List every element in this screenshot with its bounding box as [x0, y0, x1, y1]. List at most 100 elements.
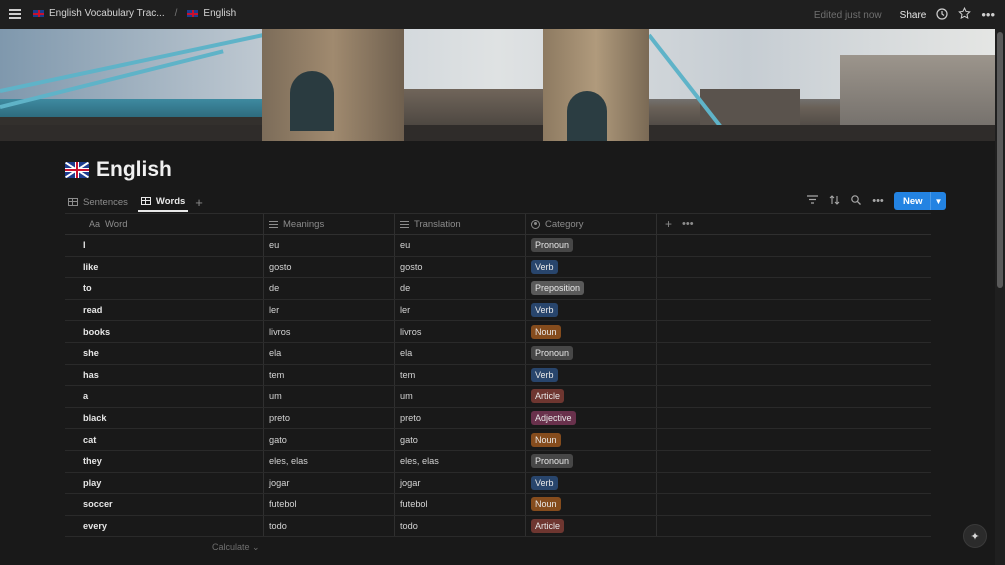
- cell-word-text: black: [83, 413, 107, 424]
- cell-translation[interactable]: ler: [395, 299, 526, 321]
- cell-meanings[interactable]: eu: [264, 235, 395, 256]
- table-row[interactable]: she ela ela Pronoun: [65, 342, 931, 365]
- cell-category[interactable]: Noun: [526, 429, 657, 450]
- table-row[interactable]: soccer futebol futebol Noun: [65, 494, 931, 516]
- table-row[interactable]: to de de Preposition: [65, 278, 931, 300]
- cell-category[interactable]: Article: [526, 515, 657, 537]
- tab-words[interactable]: Words: [137, 192, 189, 212]
- table-row[interactable]: black preto preto Adjective: [65, 407, 931, 430]
- cell-meanings[interactable]: de: [264, 278, 395, 299]
- cell-word[interactable]: soccer: [65, 494, 264, 515]
- ai-sparkle-icon[interactable]: ✦: [963, 524, 987, 548]
- table-row[interactable]: they eles, elas eles, elas Pronoun: [65, 450, 931, 473]
- cell-word[interactable]: read: [65, 299, 264, 321]
- sort-icon[interactable]: [828, 194, 840, 208]
- column-header-category[interactable]: Category: [526, 214, 657, 234]
- cell-category[interactable]: Pronoun: [526, 450, 657, 472]
- cell-word[interactable]: she: [65, 342, 264, 364]
- cell-translation[interactable]: de: [395, 278, 526, 299]
- breadcrumb-parent[interactable]: English Vocabulary Trac...: [33, 8, 165, 19]
- cell-category[interactable]: Adjective: [526, 407, 657, 429]
- calculate-button[interactable]: Calculate ⌄: [212, 542, 260, 553]
- star-icon[interactable]: [958, 6, 972, 23]
- cell-meanings[interactable]: um: [264, 386, 395, 407]
- cell-translation[interactable]: ela: [395, 342, 526, 364]
- add-view-icon[interactable]: +: [195, 195, 203, 210]
- cell-translation[interactable]: eles, elas: [395, 450, 526, 472]
- chevron-down-icon[interactable]: ▼: [929, 192, 947, 210]
- page-title[interactable]: English: [96, 158, 172, 182]
- add-property-icon[interactable]: +: [665, 217, 672, 231]
- sidebar-menu-icon[interactable]: [9, 9, 21, 19]
- cell-translation[interactable]: eu: [395, 235, 526, 256]
- cell-meanings[interactable]: gosto: [264, 256, 395, 278]
- table-row[interactable]: play jogar jogar Verb: [65, 472, 931, 495]
- scrollbar-thumb[interactable]: [997, 32, 1003, 288]
- cell-meanings[interactable]: futebol: [264, 494, 395, 515]
- table-row[interactable]: like gosto gosto Verb: [65, 256, 931, 279]
- search-icon[interactable]: [850, 194, 862, 208]
- cell-word[interactable]: books: [65, 321, 264, 342]
- cell-translation[interactable]: todo: [395, 515, 526, 537]
- table-row[interactable]: books livros livros Noun: [65, 321, 931, 343]
- cell-translation[interactable]: preto: [395, 407, 526, 429]
- cell-category[interactable]: Preposition: [526, 278, 657, 299]
- cell-word[interactable]: I: [65, 235, 264, 256]
- cell-translation[interactable]: um: [395, 386, 526, 407]
- cell-word[interactable]: to: [65, 278, 264, 299]
- cell-translation[interactable]: livros: [395, 321, 526, 342]
- cell-word[interactable]: like: [65, 256, 264, 278]
- cell-category[interactable]: Noun: [526, 494, 657, 515]
- cell-category[interactable]: Verb: [526, 364, 657, 386]
- table-row[interactable]: Ieu eu Pronoun: [65, 235, 931, 257]
- cell-word[interactable]: cat: [65, 429, 264, 450]
- column-header-meanings[interactable]: Meanings: [264, 214, 395, 234]
- cell-word-text: to: [83, 283, 92, 294]
- cell-word[interactable]: every: [65, 515, 264, 537]
- cell-word[interactable]: black: [65, 407, 264, 429]
- new-button[interactable]: New ▼: [894, 192, 947, 210]
- cell-meanings[interactable]: jogar: [264, 472, 395, 494]
- cell-word[interactable]: a: [65, 386, 264, 407]
- tab-sentences[interactable]: Sentences: [65, 192, 131, 212]
- cell-translation[interactable]: tem: [395, 364, 526, 386]
- cell-word[interactable]: has: [65, 364, 264, 386]
- cell-meanings[interactable]: ela: [264, 342, 395, 364]
- share-button[interactable]: Share: [900, 10, 927, 21]
- cell-meanings[interactable]: gato: [264, 429, 395, 450]
- table-row[interactable]: has tem tem Verb: [65, 364, 931, 387]
- breadcrumb-current[interactable]: English: [187, 8, 236, 19]
- cell-word[interactable]: play: [65, 472, 264, 494]
- column-header-word[interactable]: Aa Word: [65, 214, 264, 234]
- cell-translation[interactable]: gosto: [395, 256, 526, 278]
- cell-category[interactable]: Article: [526, 386, 657, 407]
- cell-translation[interactable]: jogar: [395, 472, 526, 494]
- cell-category[interactable]: Verb: [526, 256, 657, 278]
- cell-meanings[interactable]: livros: [264, 321, 395, 342]
- more-options-icon[interactable]: •••: [981, 8, 995, 22]
- cell-meanings-text: um: [269, 391, 282, 402]
- cell-meanings[interactable]: ler: [264, 299, 395, 321]
- table-row[interactable]: read ler ler Verb: [65, 299, 931, 322]
- property-more-icon[interactable]: •••: [682, 218, 694, 230]
- table-row[interactable]: every todo todo Article: [65, 515, 931, 538]
- cell-category[interactable]: Verb: [526, 299, 657, 321]
- cell-category[interactable]: Pronoun: [526, 342, 657, 364]
- table-row[interactable]: a um um Article: [65, 386, 931, 408]
- view-options-icon[interactable]: •••: [872, 195, 884, 207]
- cell-meanings[interactable]: todo: [264, 515, 395, 537]
- cell-meanings[interactable]: tem: [264, 364, 395, 386]
- cell-category[interactable]: Noun: [526, 321, 657, 342]
- history-icon[interactable]: [936, 7, 948, 23]
- cell-word[interactable]: they: [65, 450, 264, 472]
- cell-translation[interactable]: gato: [395, 429, 526, 450]
- cell-meanings[interactable]: preto: [264, 407, 395, 429]
- cell-category[interactable]: Verb: [526, 472, 657, 494]
- cell-category[interactable]: Pronoun: [526, 235, 657, 256]
- column-header-translation[interactable]: Translation: [395, 214, 526, 234]
- filter-icon[interactable]: [806, 195, 818, 207]
- cell-meanings[interactable]: eles, elas: [264, 450, 395, 472]
- uk-flag-icon[interactable]: [65, 162, 89, 178]
- table-row[interactable]: cat gato gato Noun: [65, 429, 931, 451]
- cell-translation[interactable]: futebol: [395, 494, 526, 515]
